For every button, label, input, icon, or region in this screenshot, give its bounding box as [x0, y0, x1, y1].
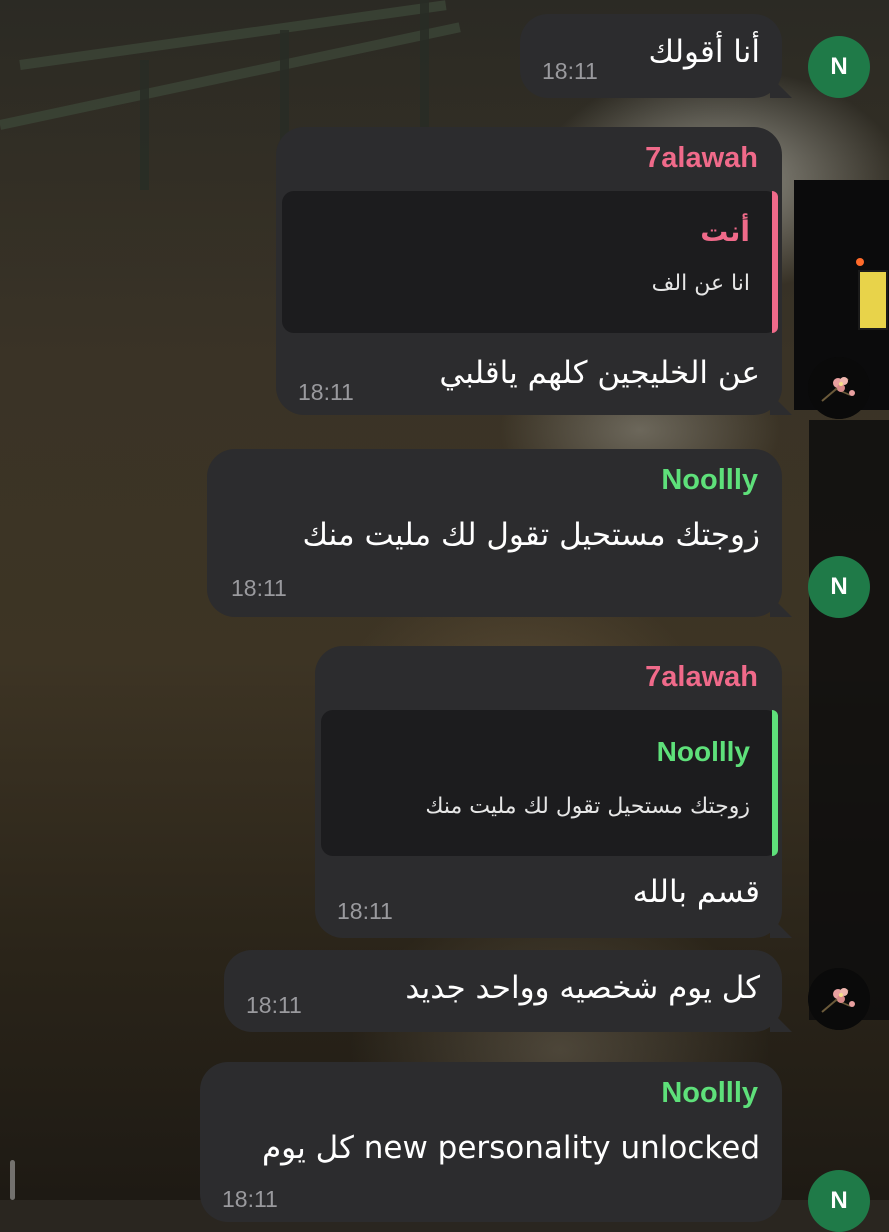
- message-text: قسم بالله: [632, 874, 760, 910]
- message-time: 18:11: [298, 379, 354, 405]
- sender-name[interactable]: 7alawah: [645, 661, 758, 694]
- avatar[interactable]: [808, 357, 870, 419]
- scroll-indicator[interactable]: [10, 1160, 15, 1200]
- avatar[interactable]: N: [808, 36, 870, 98]
- message-time: 18:11: [231, 575, 287, 601]
- message-text: أنا أقولك: [648, 34, 760, 70]
- message-text: عن الخليجين كلهم ياقلبي: [439, 355, 760, 391]
- reply-text: زوجتك مستحيل تقول لك مليت منك: [425, 794, 750, 819]
- avatar[interactable]: N: [808, 556, 870, 618]
- reply-preview[interactable]: أنت انا عن الف: [282, 191, 778, 333]
- reply-preview[interactable]: Noollly زوجتك مستحيل تقول لك مليت منك: [321, 710, 778, 856]
- reply-text: انا عن الف: [651, 271, 750, 296]
- sender-name[interactable]: Noollly: [661, 1077, 758, 1110]
- reply-sender: Noollly: [656, 736, 750, 767]
- avatar[interactable]: [808, 968, 870, 1030]
- avatar[interactable]: N: [808, 1170, 870, 1232]
- flower-icon: [808, 357, 870, 419]
- message-time: 18:11: [246, 992, 302, 1018]
- message-time: 18:11: [542, 58, 598, 84]
- message-text: زوجتك مستحيل تقول لك مليت منك: [302, 517, 760, 553]
- sender-name[interactable]: Noollly: [661, 464, 758, 497]
- message-time: 18:11: [337, 898, 393, 924]
- reply-sender: أنت: [700, 215, 750, 248]
- flower-icon: [808, 968, 870, 1030]
- message-text: كل يوم شخصيه وواحد جديد: [405, 970, 760, 1006]
- sender-name[interactable]: 7alawah: [645, 142, 758, 175]
- message-text: new personality unlocked كل يوم: [261, 1130, 760, 1166]
